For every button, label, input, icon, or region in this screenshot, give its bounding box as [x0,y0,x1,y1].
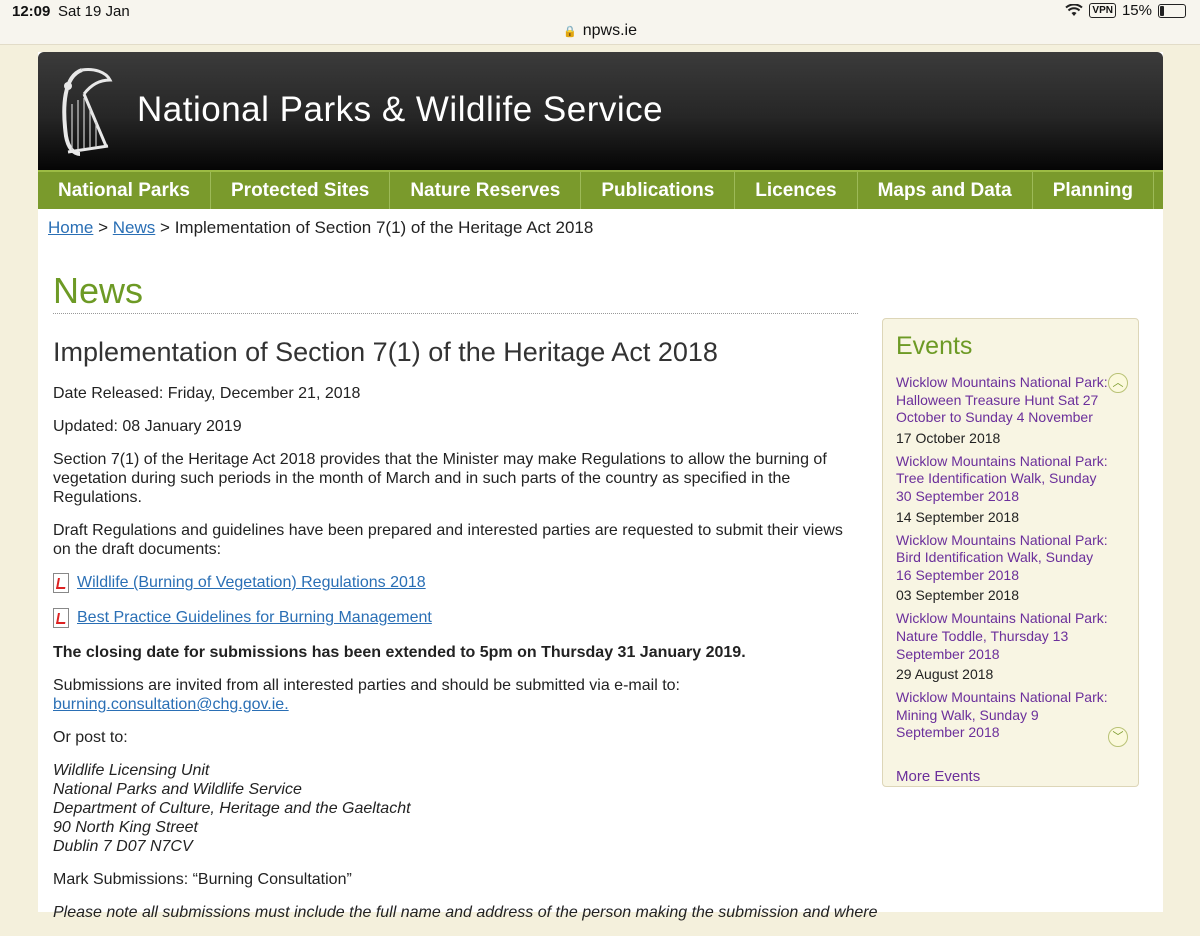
address-line: National Parks and Wildlife Service [53,781,302,798]
date-released: Date Released: Friday, December 21, 2018 [53,385,361,402]
nav-planning[interactable]: Planning [1033,172,1154,209]
mark-submissions: Mark Submissions: “Burning Consultation” [53,871,352,888]
nav-publications[interactable]: Publications [581,172,736,209]
event-item: Wicklow Mountains National Park: Mining … [896,689,1111,742]
status-right: VPN 15% [1065,2,1186,19]
battery-percent: 15% [1121,2,1152,19]
note-text: Please note all submissions must include… [53,904,878,921]
regulations-pdf-link[interactable]: Wildlife (Burning of Vegetation) Regulat… [77,574,426,592]
guidelines-pdf-link[interactable]: Best Practice Guidelines for Burning Man… [77,609,432,627]
nav-licences[interactable]: Licences [735,172,858,209]
event-date: 03 September 2018 [896,587,1019,604]
paragraph-1: Section 7(1) of the Heritage Act 2018 pr… [53,451,827,506]
pdf-icon [53,573,69,593]
harp-logo-icon[interactable] [54,66,114,158]
closing-date: The closing date for submissions has bee… [53,644,746,661]
event-date: 14 September 2018 [896,508,1019,525]
event-link[interactable]: Wicklow Mountains National Park: Tree Id… [896,453,1111,506]
section-title: News [53,270,144,311]
breadcrumb-separator: > [160,218,170,237]
wifi-icon [1065,4,1084,16]
scroll-down-icon[interactable]: ﹀ [1108,727,1128,747]
event-date: 29 August 2018 [896,666,994,683]
or-post-text: Or post to: [53,729,128,746]
battery-icon [1158,3,1186,18]
event-link[interactable]: Wicklow Mountains National Park: Mining … [896,689,1111,742]
status-date: Sat 19 Jan [58,3,130,20]
event-item: Wicklow Mountains National Park: Nature … [896,610,1111,683]
email-link[interactable]: burning.consultation@chg.gov.ie. [53,696,289,713]
breadcrumb-separator: > [98,218,109,237]
breadcrumb-news-link[interactable]: News [113,218,156,237]
submissions-text: Submissions are invited from all interes… [53,676,858,714]
submissions-intro: Submissions are invited from all interes… [53,677,680,694]
site-header: National Parks & Wildlife Service [38,52,1163,170]
address-line: 90 North King Street [53,819,198,836]
nav-national-parks[interactable]: National Parks [38,172,211,209]
event-link[interactable]: Wicklow Mountains National Park: Hallowe… [896,374,1111,427]
nav-protected-sites[interactable]: Protected Sites [211,172,391,209]
status-bar: 12:09 Sat 19 Jan VPN 15% [0,0,1200,22]
site-title[interactable]: National Parks & Wildlife Service [137,90,663,130]
vpn-badge: VPN [1089,3,1116,18]
address-line: Wildlife Licensing Unit [53,762,210,779]
nav-nature-reserves[interactable]: Nature Reserves [390,172,582,209]
event-item: Wicklow Mountains National Park: Tree Id… [896,453,1111,526]
url-text: npws.ie [582,22,637,39]
address-line: Department of Culture, Heritage and the … [53,800,411,817]
events-panel: Events ︿ ﹀ Wicklow Mountains National Pa… [882,318,1139,787]
page: National Parks & Wildlife Service Nation… [38,52,1163,921]
lock-icon: 🔒 [563,26,577,38]
events-title: Events [896,332,973,360]
address-bar[interactable]: 🔒 npws.ie [0,22,1200,45]
document-item: Best Practice Guidelines for Burning Man… [53,608,858,628]
event-item: Wicklow Mountains National Park: Hallowe… [896,374,1111,447]
breadcrumb-current: Implementation of Section 7(1) of the He… [174,218,594,237]
document-item: Wildlife (Burning of Vegetation) Regulat… [53,573,858,593]
main-nav: National Parks Protected Sites Nature Re… [38,170,1163,209]
events-list[interactable]: Wicklow Mountains National Park: Hallowe… [896,374,1111,754]
nav-maps-and-data[interactable]: Maps and Data [858,172,1033,209]
article: Implementation of Section 7(1) of the He… [53,337,878,936]
more-events-link[interactable]: More Events [896,768,980,785]
article-title: Implementation of Section 7(1) of the He… [53,337,718,367]
breadcrumb: Home > News > Implementation of Section … [48,218,593,238]
event-item: Wicklow Mountains National Park: Bird Id… [896,532,1111,605]
divider [53,313,858,314]
event-link[interactable]: Wicklow Mountains National Park: Nature … [896,610,1111,663]
postal-address: Wildlife Licensing Unit National Parks a… [53,761,858,856]
address-line: Dublin 7 D07 N7CV [53,838,193,855]
event-date: 17 October 2018 [896,429,1001,446]
paragraph-2: Draft Regulations and guidelines have be… [53,522,843,558]
status-time: 12:09 [12,3,51,20]
pdf-icon [53,608,69,628]
event-link[interactable]: Wicklow Mountains National Park: Bird Id… [896,532,1111,585]
scroll-up-icon[interactable]: ︿ [1108,373,1128,393]
breadcrumb-home-link[interactable]: Home [48,218,93,237]
date-updated: Updated: 08 January 2019 [53,418,242,435]
